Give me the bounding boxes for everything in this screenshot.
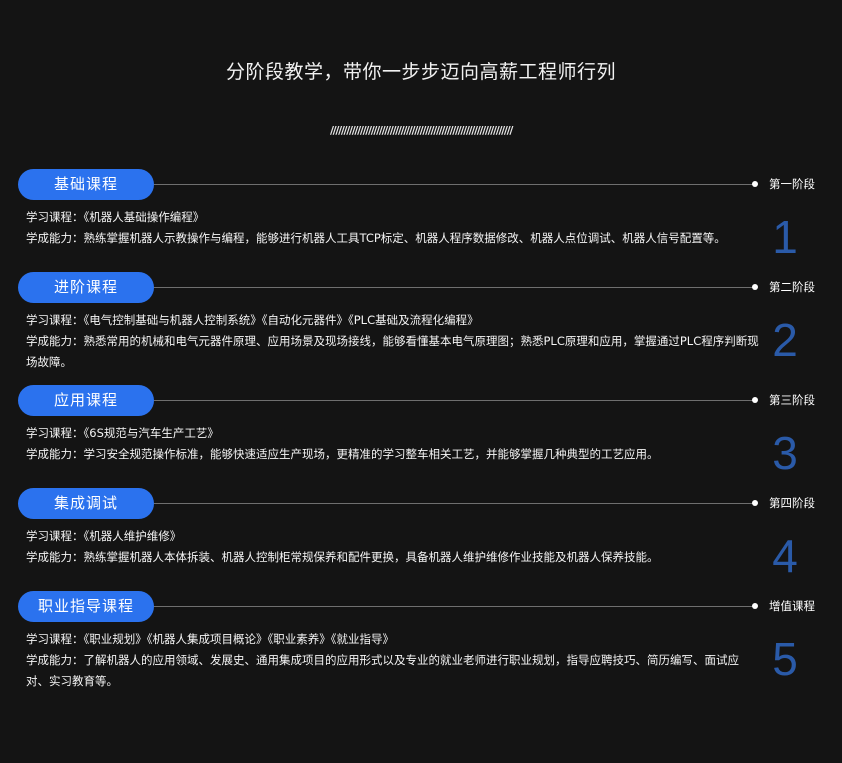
stage-5-number: 5	[772, 633, 798, 685]
stage-5-course: 学习课程：《职业规划》《机器人集成项目概论》《职业素养》《就业指导》	[26, 632, 394, 646]
stage-5-body: 学习课程：《职业规划》《机器人集成项目概论》《职业素养》《就业指导》 学成能力：…	[26, 629, 760, 692]
stage-1-course: 学习课程：《机器人基础操作编程》	[26, 210, 205, 224]
stage-4-line	[154, 503, 753, 504]
stage-2-body: 学习课程：《电气控制基础与机器人控制系统》《自动化元器件》《PLC基础及流程化编…	[26, 310, 760, 373]
stage-5-dot	[752, 603, 758, 609]
stage-4-tag: 第四阶段	[769, 496, 815, 510]
stage-2-course: 学习课程：《电气控制基础与机器人控制系统》《自动化元器件》《PLC基础及流程化编…	[26, 313, 479, 327]
stage-4-dot	[752, 500, 758, 506]
stage-1-body: 学习课程：《机器人基础操作编程》 学成能力：熟练掌握机器人示教操作与编程，能够进…	[26, 207, 760, 249]
stage-1-line	[154, 184, 753, 185]
stage-5-tag: 增值课程	[769, 599, 815, 613]
stage-5-pill: 职业指导课程	[18, 591, 154, 622]
page-title: 分阶段教学，带你一步步迈向高薪工程师行列	[225, 61, 616, 83]
stage-3-number: 3	[772, 427, 798, 479]
stage-3-tag: 第三阶段	[769, 393, 815, 407]
stage-2-number: 2	[772, 314, 798, 366]
stage-4-number: 4	[772, 530, 798, 582]
stage-3-pill: 应用课程	[18, 385, 154, 416]
stage-3-dot	[752, 397, 758, 403]
stage-3-course: 学习课程：《6S规范与汽车生产工艺》	[26, 426, 219, 440]
stage-4-course: 学习课程：《机器人维护维修》	[26, 529, 182, 543]
stage-4-pill: 集成调试	[18, 488, 154, 519]
stage-3-ability: 学成能力：学习安全规范操作标准，能够快速适应生产现场，更精准的学习整车相关工艺，…	[26, 447, 659, 461]
stage-4-ability: 学成能力：熟练掌握机器人本体拆装、机器人控制柜常规保养和配件更换，具备机器人维护…	[26, 550, 659, 564]
stage-3-body: 学习课程：《6S规范与汽车生产工艺》 学成能力：学习安全规范操作标准，能够快速适…	[26, 423, 760, 465]
stage-1-pill: 基础课程	[18, 169, 154, 200]
stage-2-pill: 进阶课程	[18, 272, 154, 303]
stage-1-ability: 学成能力：熟练掌握机器人示教操作与编程，能够进行机器人工具TCP标定、机器人程序…	[26, 231, 726, 245]
stage-4-body: 学习课程：《机器人维护维修》 学成能力：熟练掌握机器人本体拆装、机器人控制柜常规…	[26, 526, 760, 568]
stage-5-line	[154, 606, 753, 607]
stage-2-dot	[752, 284, 758, 290]
stage-1-number: 1	[772, 211, 798, 263]
stage-2-tag: 第二阶段	[769, 280, 815, 294]
stage-3-line	[154, 400, 753, 401]
title-divider: ////////////////////////////////////////…	[329, 124, 513, 137]
stage-2-line	[154, 287, 753, 288]
stage-5-ability: 学成能力：了解机器人的应用领域、发展史、通用集成项目的应用形式以及专业的就业老师…	[26, 653, 739, 688]
stage-1-tag: 第一阶段	[769, 177, 815, 191]
stage-2-ability: 学成能力：熟悉常用的机械和电气元器件原理、应用场景及现场接线，能够看懂基本电气原…	[26, 334, 759, 369]
stage-1-dot	[752, 181, 758, 187]
